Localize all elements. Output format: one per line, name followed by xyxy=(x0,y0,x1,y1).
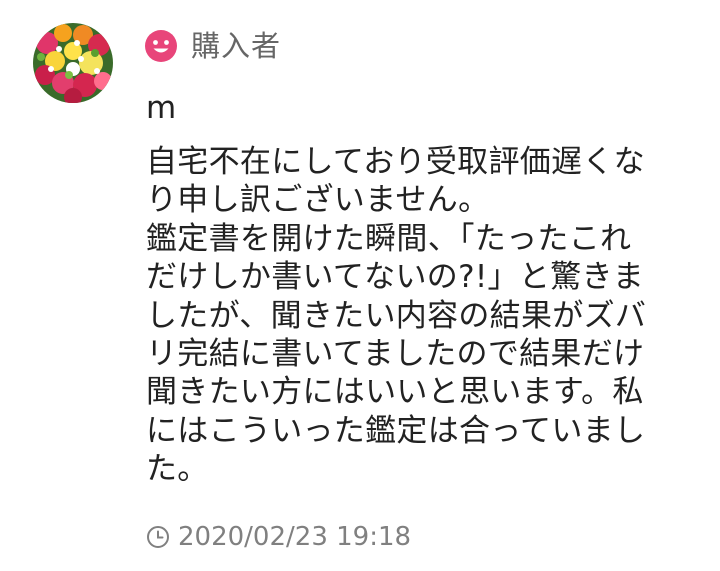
smile-icon xyxy=(144,29,178,63)
timestamp-row: 2020/02/23 19:18 xyxy=(146,518,411,556)
avatar[interactable] xyxy=(33,23,113,103)
timestamp: 2020/02/23 19:18 xyxy=(178,522,412,552)
role-label: 購入者 xyxy=(191,29,282,63)
buyer-role-row: 購入者 xyxy=(144,26,281,66)
clock-icon xyxy=(146,525,170,549)
flower-bouquet-icon xyxy=(33,23,113,103)
username[interactable]: m xyxy=(146,88,176,128)
review-card: 購入者 m 自宅不在にしており受取評価遅くな り申し訳ございません。 鑑定書を開… xyxy=(0,0,720,571)
review-comment: 自宅不在にしており受取評価遅くな り申し訳ございません。 鑑定書を開けた瞬間、「… xyxy=(146,144,647,488)
